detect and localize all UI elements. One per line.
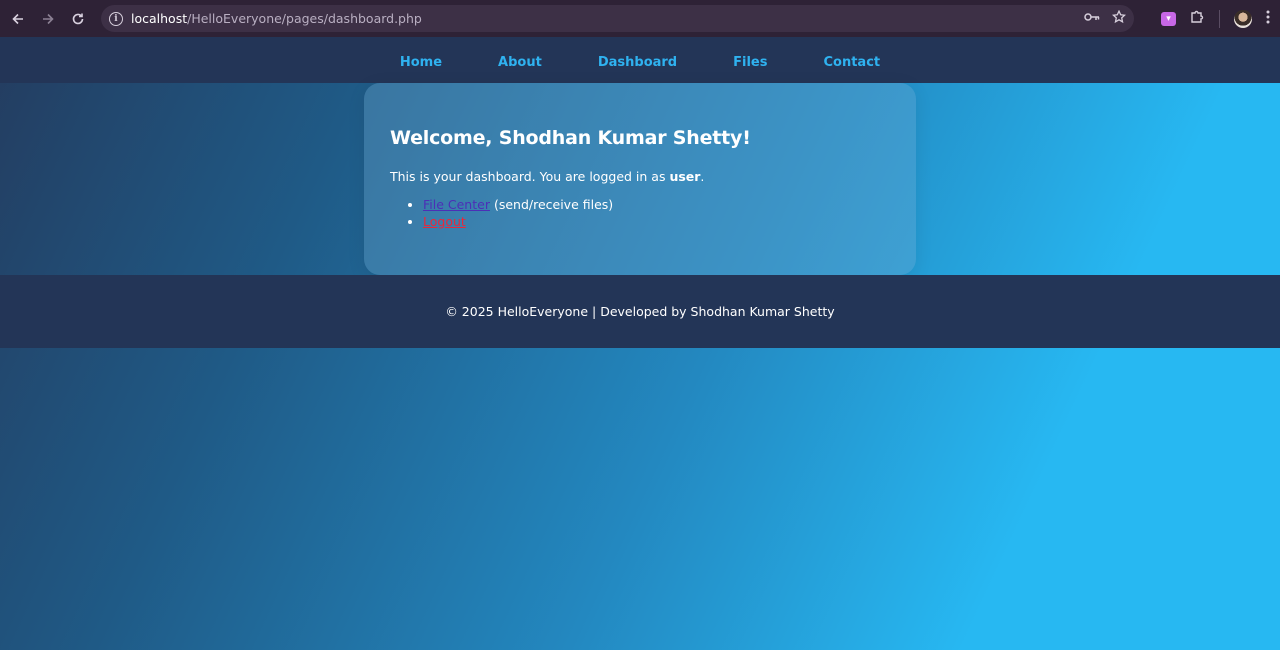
intro-prefix: This is your dashboard. You are logged i…: [390, 169, 670, 184]
nav-item-home: Home: [372, 51, 470, 70]
back-arrow-icon[interactable]: [3, 4, 33, 34]
puzzle-icon[interactable]: [1190, 9, 1205, 28]
list-item-logout: Logout: [423, 214, 890, 229]
browser-nav-buttons: [0, 4, 93, 34]
site-info-icon[interactable]: i: [109, 11, 123, 26]
nav-link-home[interactable]: Home: [372, 55, 470, 70]
nav-list: Home About Dashboard Files Contact: [372, 51, 908, 70]
logout-link[interactable]: Logout: [423, 214, 466, 229]
nav-item-dashboard: Dashboard: [570, 51, 705, 70]
dashboard-intro: This is your dashboard. You are logged i…: [390, 169, 890, 184]
nav-link-about[interactable]: About: [470, 55, 570, 70]
url-host: localhost: [131, 11, 188, 26]
site-navbar: Home About Dashboard Files Contact: [0, 37, 1280, 83]
nav-link-dashboard[interactable]: Dashboard: [570, 55, 705, 70]
extension-icon[interactable]: ▾: [1161, 11, 1176, 26]
reload-icon[interactable]: [63, 4, 93, 34]
url-text[interactable]: localhost/HelloEveryone/pages/dashboard.…: [131, 11, 422, 26]
footer-text: © 2025 HelloEveryone | Developed by Shod…: [445, 304, 835, 319]
file-center-desc: (send/receive files): [489, 197, 614, 212]
site-footer: © 2025 HelloEveryone | Developed by Shod…: [0, 275, 1280, 348]
nav-link-contact[interactable]: Contact: [795, 55, 908, 70]
list-item-file-center: File Center (send/receive files): [423, 197, 890, 212]
nav-item-about: About: [470, 51, 570, 70]
toolbar-divider: [1219, 9, 1220, 28]
user-role: user: [669, 169, 701, 184]
kebab-menu-icon[interactable]: [1266, 9, 1270, 28]
url-path: /HelloEveryone/pages/dashboard.php: [187, 11, 422, 26]
dashboard-card: Welcome, Shodhan Kumar Shetty! This is y…: [364, 83, 916, 275]
nav-item-contact: Contact: [795, 51, 908, 70]
address-bar[interactable]: i localhost/HelloEveryone/pages/dashboar…: [101, 5, 1134, 32]
nav-link-files[interactable]: Files: [705, 55, 795, 70]
profile-avatar[interactable]: [1234, 9, 1252, 28]
intro-suffix: .: [700, 169, 705, 184]
password-key-icon[interactable]: [1084, 11, 1100, 27]
bookmark-star-icon[interactable]: [1111, 9, 1127, 28]
address-bar-actions: [1084, 5, 1127, 32]
dashboard-links: File Center (send/receive files) Logout: [390, 197, 890, 229]
browser-toolbar-right: ▾: [1140, 0, 1280, 37]
browser-toolbar: i localhost/HelloEveryone/pages/dashboar…: [0, 0, 1280, 37]
forward-arrow-icon[interactable]: [33, 4, 63, 34]
welcome-heading: Welcome, Shodhan Kumar Shetty!: [390, 127, 751, 149]
nav-item-files: Files: [705, 51, 795, 70]
file-center-link[interactable]: File Center: [423, 197, 490, 212]
